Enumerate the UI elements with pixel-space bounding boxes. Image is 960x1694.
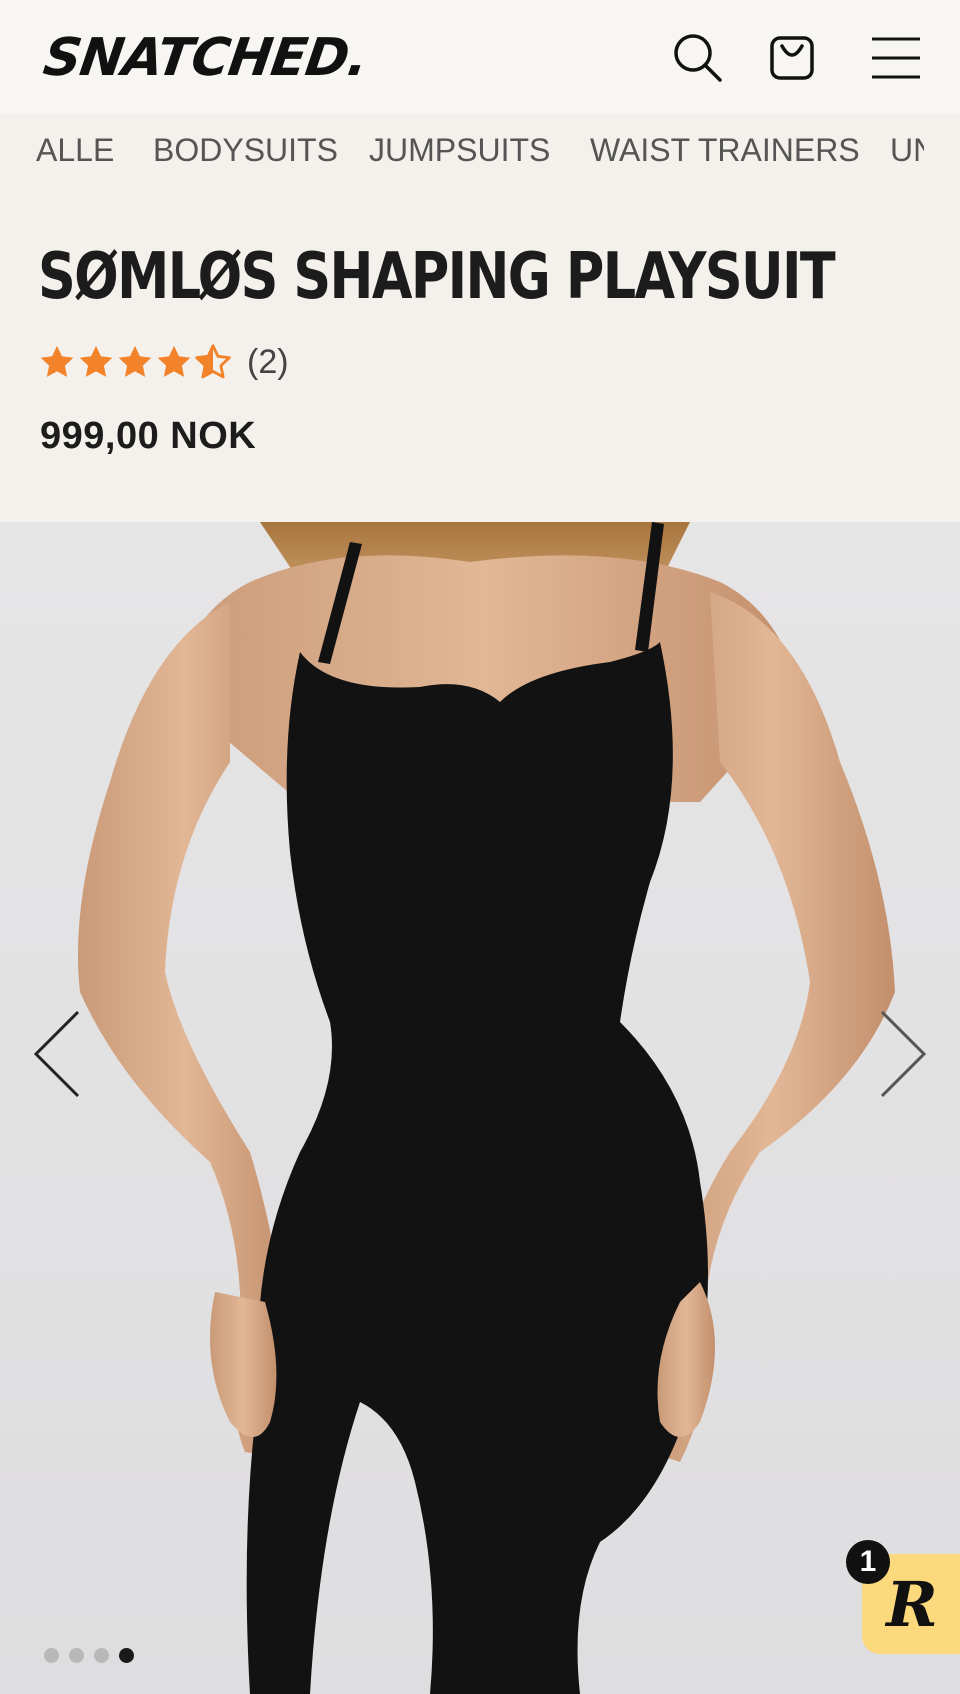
pagination-dot[interactable] — [69, 1648, 84, 1663]
notification-badge: 1 — [846, 1540, 890, 1584]
nav-item-alle[interactable]: ALLE — [36, 132, 114, 169]
product-rating[interactable]: (2) — [38, 340, 289, 384]
product-title: SØMLØS SHAPING PLAYSUIT — [38, 240, 836, 314]
product-price: 999,00 NOK — [40, 415, 257, 457]
star-half-icon — [194, 343, 232, 381]
brand-logo[interactable]: SNATCHED. — [40, 28, 371, 88]
site-header: SNATCHED. — [0, 0, 960, 114]
nav-item-bodysuits[interactable]: BODYSUITS — [153, 132, 338, 169]
chevron-left-icon[interactable] — [28, 1004, 88, 1104]
star-full-icon — [155, 343, 193, 381]
pagination-dot-active[interactable] — [119, 1648, 134, 1663]
product-image-gallery[interactable]: R 1 — [0, 522, 960, 1694]
gallery-pagination — [44, 1648, 134, 1663]
nav-item-underwear[interactable]: UN — [890, 132, 924, 169]
nav-item-waist-trainers[interactable]: WAIST TRAINERS — [590, 132, 860, 169]
chevron-right-icon[interactable] — [872, 1004, 932, 1104]
star-full-icon — [38, 343, 76, 381]
product-photo — [78, 522, 895, 1694]
hamburger-menu-icon[interactable] — [868, 30, 924, 86]
star-full-icon — [77, 343, 115, 381]
review-count[interactable]: (2) — [247, 343, 289, 382]
pagination-dot[interactable] — [94, 1648, 109, 1663]
shopping-bag-icon[interactable] — [764, 30, 820, 86]
star-full-icon — [116, 343, 154, 381]
nav-item-jumpsuits[interactable]: JUMPSUITS — [369, 132, 550, 169]
category-nav: ALLE BODYSUITS JUMPSUITS WAIST TRAINERS … — [0, 114, 924, 188]
pagination-dot[interactable] — [44, 1648, 59, 1663]
search-icon[interactable] — [670, 30, 726, 86]
